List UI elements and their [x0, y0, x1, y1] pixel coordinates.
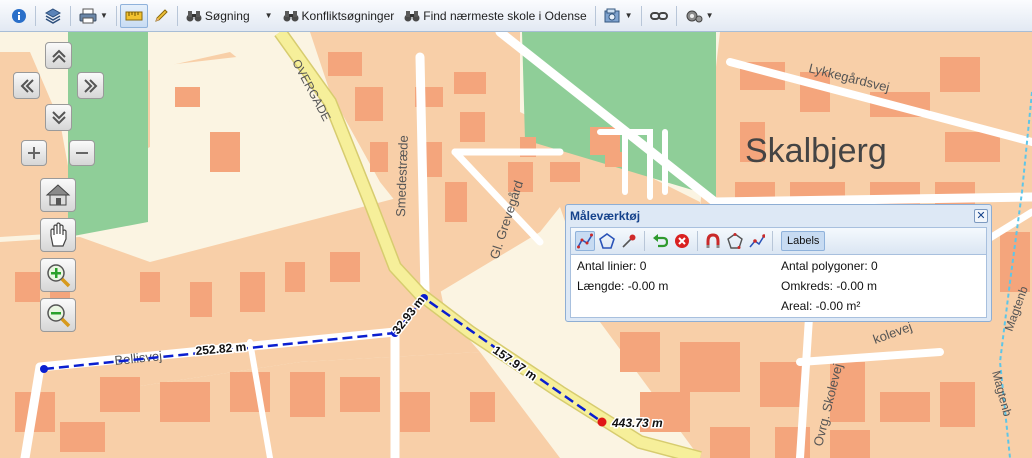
zoom-out-tool-button[interactable]: [40, 298, 76, 332]
print-icon: [79, 8, 97, 23]
edit-line-icon: [749, 234, 765, 248]
pan-right-button[interactable]: [77, 72, 104, 99]
measure-line-button[interactable]: [575, 231, 595, 251]
binoculars-icon: [283, 10, 299, 21]
line-count: Antal linier: 0: [577, 259, 647, 273]
pan-left-button[interactable]: [13, 72, 40, 99]
hand-icon: [50, 222, 67, 247]
toolbar-separator: [675, 5, 677, 26]
measure-label-total: 443.73 m: [611, 416, 663, 430]
polygon-icon: [599, 233, 615, 249]
info-button[interactable]: [6, 4, 32, 28]
ruler-icon: [125, 11, 143, 20]
chevron-down-icon: ▼: [100, 11, 108, 20]
undo-icon: [653, 234, 668, 248]
measure-tool-button[interactable]: [119, 3, 148, 28]
link-button[interactable]: [645, 4, 673, 28]
zoom-out-step-button[interactable]: [69, 140, 95, 166]
delete-icon: [675, 234, 689, 248]
measure-polygon-button[interactable]: [597, 231, 617, 251]
find-school-label: Find nærmeste skole i Odense: [423, 8, 587, 23]
layers-icon: [44, 7, 62, 24]
chevron-down-icon: ▼: [705, 11, 714, 20]
edit-polygon-button[interactable]: [725, 231, 745, 251]
toolbar-separator: [115, 5, 117, 26]
minus-icon: [76, 152, 88, 154]
toolbar-separator: [594, 5, 596, 26]
print-button[interactable]: ▼: [74, 4, 113, 28]
edit-polygon-icon: [727, 233, 743, 249]
home-icon: [45, 184, 71, 206]
info-icon: [12, 8, 26, 23]
search-menu-button[interactable]: Søgning ▼: [181, 4, 278, 28]
measure-point-button[interactable]: [619, 231, 639, 251]
panel-title: Måleværktøj: [570, 209, 641, 223]
settings-icon: [686, 10, 703, 22]
pan-up-button[interactable]: [45, 42, 72, 69]
plus-icon: [28, 147, 40, 159]
chevron-down-icon: ▼: [624, 11, 633, 20]
panel-separator: [644, 231, 645, 251]
perimeter-value: Omkreds: -0.00 m: [781, 279, 878, 293]
measure-end-point[interactable]: [597, 417, 607, 427]
pencil-icon: [155, 8, 168, 22]
toolbar-separator: [35, 5, 36, 26]
toolbar-separator: [640, 5, 642, 26]
find-school-button[interactable]: Find nærmeste skole i Odense: [399, 4, 591, 28]
label-skalbjerg: Skalbjerg: [745, 132, 887, 170]
zoom-in-step-button[interactable]: [21, 140, 47, 166]
labels-toggle-button[interactable]: Labels: [781, 231, 826, 251]
layers-button[interactable]: [39, 4, 67, 28]
link-icon: [649, 11, 668, 20]
panel-separator: [772, 231, 773, 251]
map-export-icon: [604, 8, 620, 22]
panel-toolbar: Labels: [570, 227, 987, 254]
main-toolbar: ▼ Søgning ▼ Konfliktsøgninger Find nærme…: [0, 0, 1032, 32]
measure-results: Antal linier: 0 Længde: -0.00 m Antal po…: [570, 254, 987, 318]
toolbar-separator: [70, 5, 71, 26]
measure-tool-panel: Måleværktøj ✕ Labels Antal linier: 0 Læn…: [565, 204, 992, 322]
polygon-count: Antal polygoner: 0: [781, 259, 878, 273]
area-value: Areal: -0.00 m²: [781, 299, 861, 313]
pan-tool-button[interactable]: [40, 218, 76, 252]
label-smedestraede: Smedestræde: [393, 135, 411, 217]
map-export-button[interactable]: ▼: [599, 4, 638, 28]
pin-icon: [622, 234, 636, 248]
chevron-down-icon: ▼: [264, 11, 273, 20]
undo-button[interactable]: [650, 231, 670, 251]
close-button[interactable]: ✕: [974, 209, 988, 223]
polyline-icon: [577, 233, 593, 249]
double-chevron-left-icon: [20, 78, 34, 93]
pan-down-button[interactable]: [45, 104, 72, 131]
settings-button[interactable]: ▼: [680, 4, 719, 28]
magnet-icon: [706, 233, 720, 248]
measure-vertex[interactable]: [40, 365, 48, 373]
double-chevron-down-icon: [51, 110, 66, 124]
clear-button[interactable]: [672, 231, 692, 251]
double-chevron-up-icon: [51, 49, 66, 63]
snap-button[interactable]: [703, 231, 723, 251]
binoculars-icon: [186, 10, 202, 21]
close-icon: ✕: [976, 210, 986, 222]
double-chevron-right-icon: [83, 78, 97, 93]
zoom-out-icon: [47, 304, 71, 328]
edit-line-button[interactable]: [747, 231, 767, 251]
home-button[interactable]: [40, 178, 76, 212]
draw-button[interactable]: [148, 4, 174, 28]
binoculars-icon: [404, 10, 420, 21]
conflict-search-button[interactable]: Konfliktsøgninger: [278, 4, 400, 28]
zoom-in-icon: [47, 264, 71, 288]
search-menu-label: Søgning: [204, 8, 250, 23]
toolbar-separator: [176, 5, 178, 26]
length-value: Længde: -0.00 m: [577, 279, 669, 293]
conflict-search-label: Konfliktsøgninger: [301, 8, 395, 23]
panel-separator: [697, 231, 698, 251]
zoom-in-tool-button[interactable]: [40, 258, 76, 292]
